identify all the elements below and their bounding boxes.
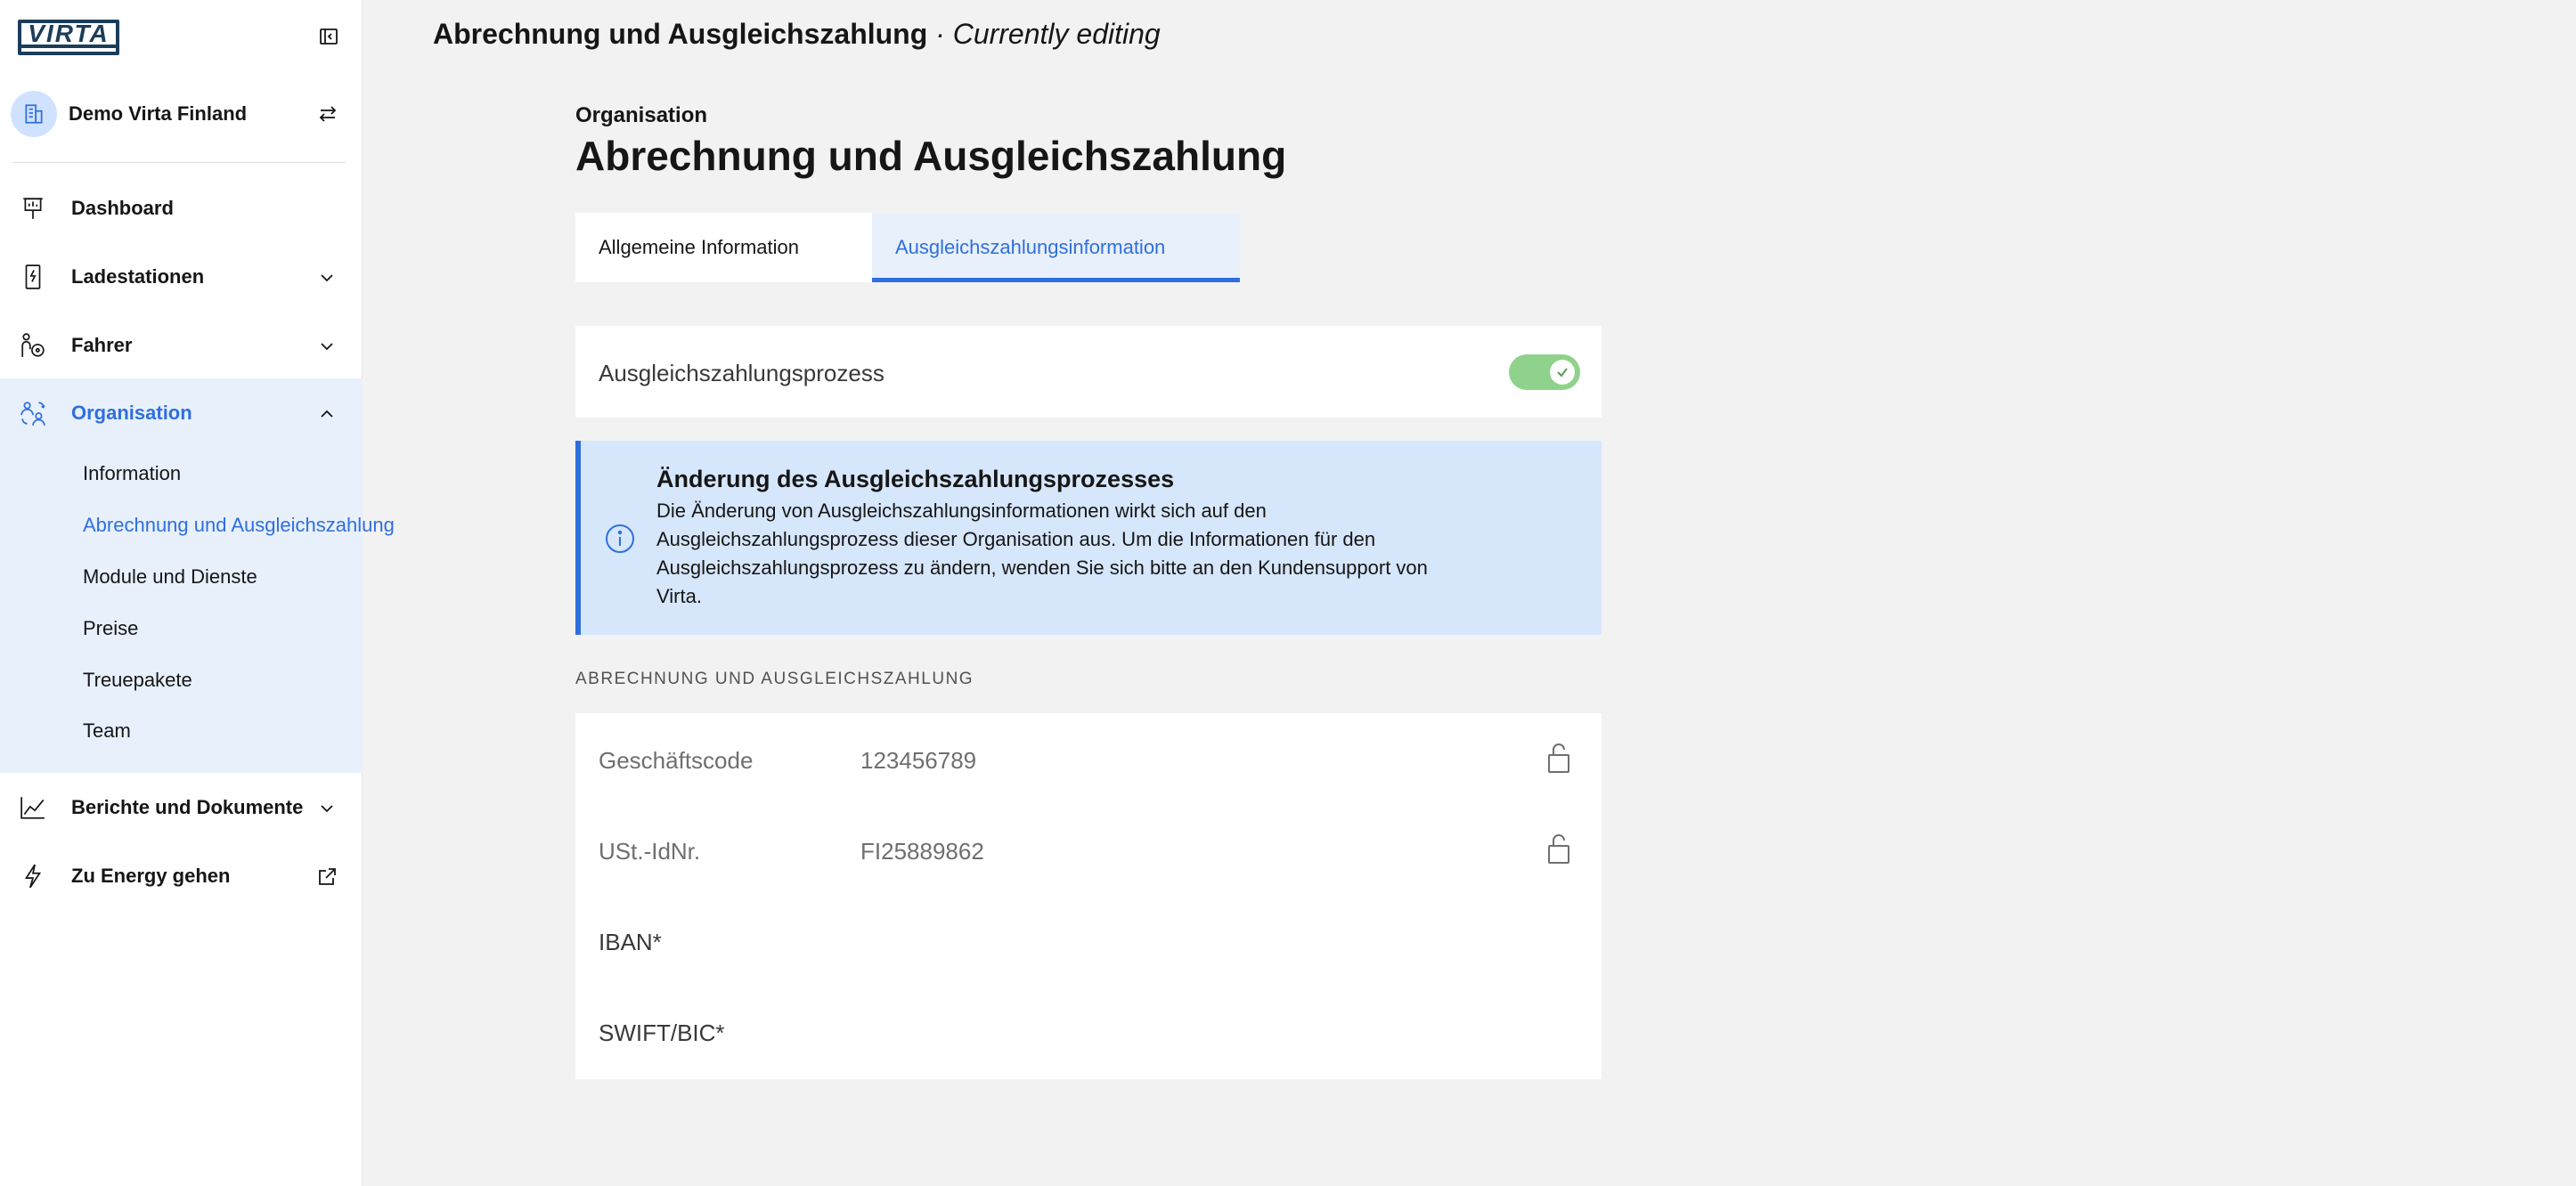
nav-item-fahrer[interactable]: Fahrer bbox=[0, 311, 363, 379]
nav-label-dashboard: Dashboard bbox=[71, 196, 174, 219]
lock-icon bbox=[1548, 743, 1569, 773]
info-icon bbox=[606, 524, 634, 553]
organisation-submenu: Information Abrechnung und Ausgleichszah… bbox=[0, 447, 395, 773]
header-title: Abrechnung und Ausgleichszahlung bbox=[433, 18, 928, 50]
nav-label-berichte: Berichte und Dokumente bbox=[71, 795, 304, 818]
virta-logo[interactable]: VIRTA bbox=[18, 20, 119, 55]
organization-switcher[interactable]: Demo Virta Finland bbox=[11, 89, 353, 139]
page-header: Abrechnung und Ausgleichszahlung · Curre… bbox=[433, 18, 1161, 51]
page-title: Abrechnung und Ausgleichszahlung bbox=[575, 133, 1287, 179]
submenu-item-preise[interactable]: Preise bbox=[83, 617, 138, 640]
charging-station-icon bbox=[20, 264, 46, 290]
lock-icon bbox=[1548, 834, 1569, 864]
people-settings-icon bbox=[20, 400, 46, 426]
nav-label-energy: Zu Energy gehen bbox=[71, 864, 231, 887]
field-row-business-code: Geschäftscode 123456789 bbox=[575, 713, 1602, 804]
field-label-business-code: Geschäftscode bbox=[599, 747, 754, 774]
chevron-down-icon bbox=[316, 267, 338, 288]
nav-item-berichte[interactable]: Berichte und Dokumente bbox=[0, 773, 363, 841]
field-row-iban[interactable]: IBAN* bbox=[575, 895, 1602, 986]
nav-item-ladestationen[interactable]: Ladestationen bbox=[0, 242, 363, 311]
chevron-down-icon bbox=[316, 336, 338, 357]
notice-body: Die Änderung von Ausgleichszahlungsinfor… bbox=[656, 500, 1428, 607]
organization-name: Demo Virta Finland bbox=[69, 102, 248, 125]
settlement-process-row: Ausgleichszahlungsprozess bbox=[575, 326, 1602, 418]
field-label-iban: IBAN* bbox=[599, 929, 662, 955]
swap-arrows-icon[interactable] bbox=[315, 102, 340, 126]
nav-label-ladestationen: Ladestationen bbox=[71, 264, 205, 288]
nav-label-organisation: Organisation bbox=[71, 401, 192, 424]
sidebar: VIRTA Demo Virta Finland Dashboard Lades… bbox=[0, 0, 395, 1186]
submenu-item-treuepakete[interactable]: Treuepakete bbox=[83, 669, 192, 692]
submenu-item-information[interactable]: Information bbox=[83, 462, 181, 485]
tab-ausgleichszahlungsinformation[interactable]: Ausgleichszahlungsinformation bbox=[872, 213, 1240, 282]
tab-bar: Allgemeine Information Ausgleichszahlung… bbox=[575, 213, 1240, 282]
settlement-process-toggle[interactable] bbox=[1509, 354, 1580, 390]
section-label: ABRECHNUNG UND AUSGLEICHSZAHLUNG bbox=[575, 670, 974, 688]
submenu-item-module[interactable]: Module und Dienste bbox=[83, 565, 257, 589]
field-value-business-code: 123456789 bbox=[860, 747, 977, 774]
billing-form: Geschäftscode 123456789 USt.-IdNr. FI258… bbox=[575, 713, 1602, 1079]
checkmark-icon bbox=[1550, 360, 1575, 385]
settlement-process-label: Ausgleichszahlungsprozess bbox=[599, 360, 884, 386]
chevron-down-icon bbox=[316, 798, 338, 819]
sidebar-collapse-icon[interactable] bbox=[316, 24, 341, 49]
info-notification: Änderung des Ausgleichszahlungsprozesses… bbox=[575, 441, 1602, 635]
editing-state: · Currently editing bbox=[935, 18, 1161, 50]
building-icon bbox=[11, 91, 57, 137]
tab-allgemeine-information[interactable]: Allgemeine Information bbox=[575, 213, 872, 282]
field-row-vat-id: USt.-IdNr. FI25889862 bbox=[575, 804, 1602, 895]
submenu-item-team[interactable]: Team bbox=[83, 719, 131, 743]
presentation-board-icon bbox=[20, 195, 46, 222]
notice-title: Änderung des Ausgleichszahlungsprozesses bbox=[656, 466, 1175, 492]
nav-label-fahrer: Fahrer bbox=[71, 333, 133, 356]
nav-item-dashboard[interactable]: Dashboard bbox=[0, 174, 363, 242]
nav-item-organisation[interactable]: Organisation bbox=[0, 378, 363, 447]
submenu-item-abrechnung[interactable]: Abrechnung und Ausgleichszahlung bbox=[83, 514, 395, 537]
external-link-icon bbox=[316, 866, 338, 888]
sidebar-divider bbox=[12, 162, 346, 163]
field-label-swift: SWIFT/BIC* bbox=[599, 1019, 725, 1046]
field-value-vat-id: FI25889862 bbox=[860, 838, 984, 865]
chevron-up-icon bbox=[316, 403, 338, 425]
logo-text: VIRTA bbox=[21, 20, 116, 48]
lightning-icon bbox=[20, 863, 46, 890]
field-label-vat-id: USt.-IdNr. bbox=[599, 838, 701, 865]
breadcrumb[interactable]: Organisation bbox=[575, 103, 707, 128]
nav-item-energy[interactable]: Zu Energy gehen bbox=[0, 841, 363, 910]
field-row-swift[interactable]: SWIFT/BIC* bbox=[575, 986, 1602, 1076]
driver-icon bbox=[20, 332, 46, 359]
line-chart-icon bbox=[20, 794, 46, 821]
